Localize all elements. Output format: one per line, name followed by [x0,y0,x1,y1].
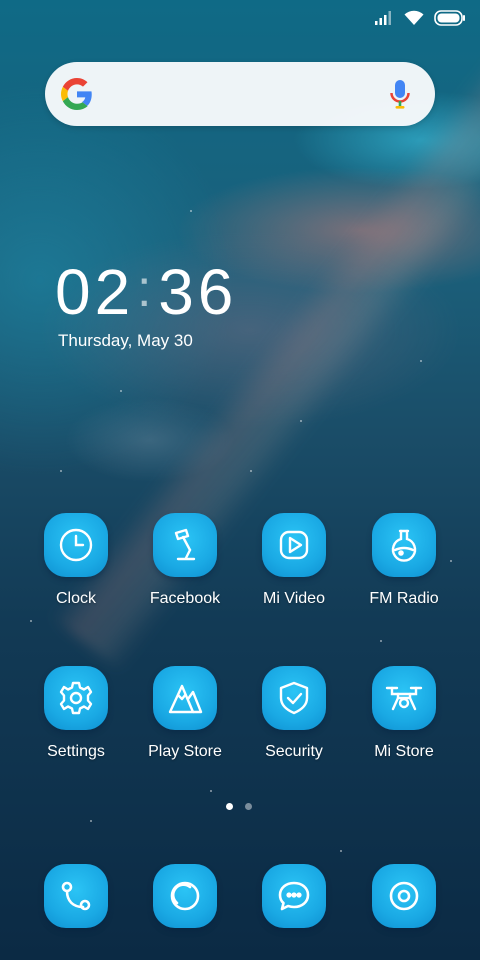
app-label: Security [265,743,323,760]
app-label: Mi Store [374,743,434,760]
dock-phone[interactable] [26,864,126,928]
app-play-store[interactable]: Play Store [135,666,235,761]
app-fm-radio[interactable]: FM Radio [354,513,454,608]
signal-icon [374,11,394,25]
app-mi-video[interactable]: Mi Video [244,513,344,608]
page-dot[interactable] [245,803,252,810]
camera-icon [372,864,436,928]
app-security[interactable]: Security [244,666,344,761]
flask-icon [372,513,436,577]
app-label: Facebook [149,590,221,607]
google-search-bar[interactable] [45,62,435,126]
clock-separator: : [136,260,156,318]
desk-lamp-icon [153,513,217,577]
app-facebook[interactable]: Facebook [135,513,235,608]
google-g-icon [61,78,93,115]
drone-icon [372,666,436,730]
clock-widget-time[interactable]: 02 : 36 [55,255,237,329]
app-mi-store[interactable]: Mi Store [354,666,454,761]
shield-check-icon [262,666,326,730]
message-icon [262,864,326,928]
app-clock[interactable]: Clock [26,513,126,608]
battery-icon [434,10,466,26]
browser-ring-icon [153,864,217,928]
play-icon [262,513,326,577]
app-label: Play Store [148,743,222,760]
page-indicator [226,803,252,810]
clock-icon [44,513,108,577]
phone-icon [44,864,108,928]
clock-minutes: 36 [158,256,238,328]
wifi-icon [404,10,424,26]
microphone-icon[interactable] [390,80,410,115]
status-bar [374,8,466,28]
clock-widget-date[interactable]: Thursday, May 30 [58,331,193,351]
dock-camera[interactable] [354,864,454,928]
gear-icon [44,666,108,730]
page-dot-active[interactable] [226,803,233,810]
dock-messaging[interactable] [244,864,344,928]
app-label: Clock [55,590,96,607]
mountain-icon [153,666,217,730]
app-label: Mi Video [263,590,325,607]
dock-browser[interactable] [135,864,235,928]
clock-hours: 02 [55,256,135,328]
app-settings[interactable]: Settings [26,666,126,761]
app-label: FM Radio [369,590,439,607]
app-label: Settings [47,743,105,760]
